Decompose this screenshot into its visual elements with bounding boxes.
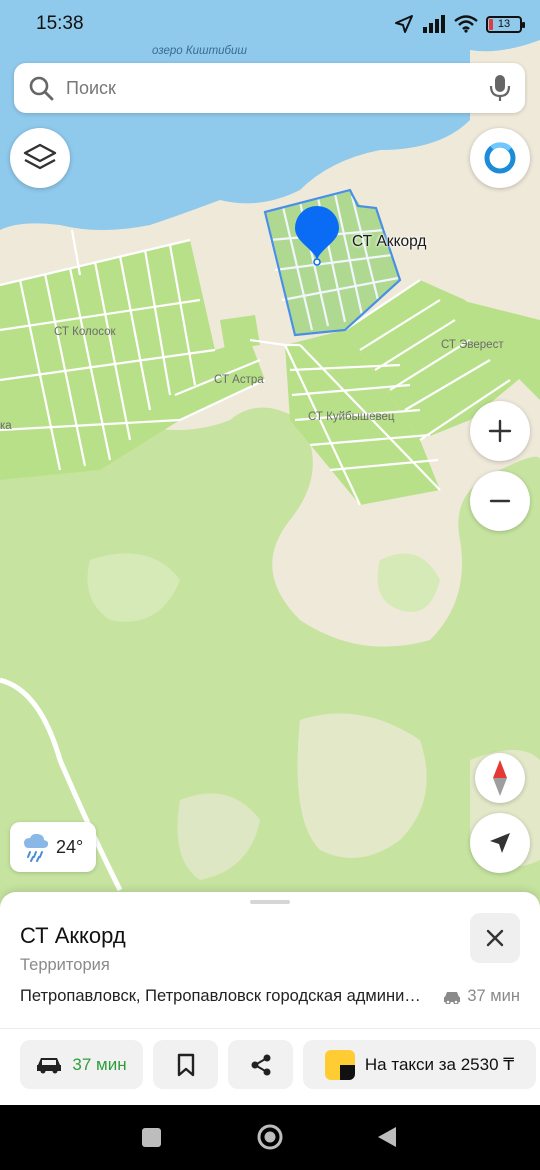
location-arrow-icon	[395, 15, 413, 33]
map-label-partial: ка	[0, 420, 12, 432]
status-bar: 15:38 13	[0, 0, 540, 48]
route-time: 37 мин	[72, 1054, 127, 1074]
status-time: 15:38	[36, 13, 84, 34]
place-eta: 37 мин	[443, 987, 520, 1006]
navigation-arrow-icon	[490, 833, 510, 853]
taxi-button[interactable]: На такси за 2530 ₸	[303, 1040, 536, 1089]
map-label-astra: СТ Астра	[214, 374, 264, 386]
weather-widget[interactable]: 24°	[10, 822, 96, 872]
bookmark-button[interactable]	[153, 1040, 218, 1089]
microphone-icon[interactable]	[489, 74, 511, 102]
share-button[interactable]	[228, 1040, 293, 1089]
share-icon	[251, 1054, 270, 1075]
map-label-everest: СТ Эверест	[441, 339, 504, 351]
search-bar[interactable]: Поиск	[14, 63, 525, 113]
car-icon	[444, 991, 461, 1004]
search-icon	[29, 76, 54, 101]
place-card[interactable]: СТ Аккорд Территория Петропавловск, Петр…	[0, 892, 540, 1105]
close-button[interactable]	[470, 913, 520, 963]
card-divider	[0, 1028, 540, 1029]
recent-apps-icon	[142, 1128, 161, 1147]
map-label-kuibyshevets: СТ Куйбышевец	[308, 411, 395, 423]
map-label-kolosok: СТ Колосок	[54, 326, 116, 338]
zoom-out-button[interactable]	[470, 471, 530, 531]
plus-icon	[488, 419, 512, 443]
place-eta-text: 37 мин	[467, 987, 520, 1005]
selected-poi-label[interactable]: СТ Аккорд	[352, 233, 426, 251]
minus-icon	[489, 499, 511, 503]
wifi-icon	[454, 15, 478, 33]
cellular-signal-icon	[423, 15, 445, 33]
alice-icon	[484, 142, 516, 174]
route-button[interactable]: 37 мин	[20, 1040, 143, 1089]
back-icon	[378, 1127, 396, 1147]
bookmark-icon	[177, 1053, 194, 1076]
battery-indicator: 13	[486, 15, 525, 33]
car-icon	[37, 1057, 62, 1073]
alice-assistant-button[interactable]	[470, 128, 530, 188]
place-type: Территория	[20, 956, 110, 974]
taxi-label: На такси за 2530 ₸	[364, 1054, 515, 1074]
taxi-logo-icon	[324, 1049, 355, 1080]
search-placeholder[interactable]: Поиск	[66, 78, 489, 99]
rain-cloud-icon	[24, 833, 49, 862]
close-icon	[486, 929, 504, 947]
place-address: Петропавловск, Петропавловск городская а…	[20, 987, 425, 1005]
sheet-grabber[interactable]	[250, 900, 290, 904]
weather-temperature: 24°	[56, 836, 84, 857]
place-title: СТ Аккорд	[20, 923, 126, 948]
zoom-in-button[interactable]	[470, 401, 530, 461]
layers-icon	[23, 143, 57, 170]
system-nav-bar	[0, 1105, 540, 1170]
compass-icon	[493, 760, 507, 796]
compass-button[interactable]	[475, 753, 525, 803]
layers-button[interactable]	[10, 128, 70, 188]
my-location-button[interactable]	[470, 813, 530, 873]
